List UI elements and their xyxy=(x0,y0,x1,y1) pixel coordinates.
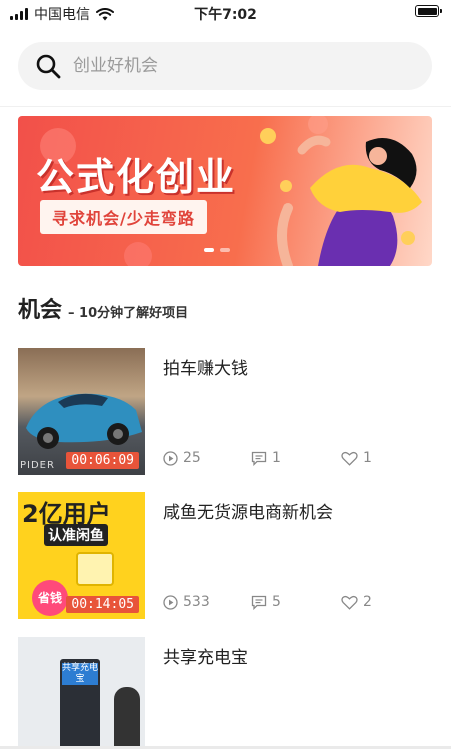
item-title[interactable]: 拍车赚大钱 xyxy=(163,354,248,379)
play-icon xyxy=(163,450,178,466)
search-input[interactable] xyxy=(71,55,395,77)
likes-count: 1 xyxy=(363,450,372,466)
carousel-dot[interactable] xyxy=(204,248,214,252)
carousel-dot[interactable] xyxy=(220,248,230,252)
comments-stat[interactable]: 5 xyxy=(251,594,341,610)
status-time: 下午7:02 xyxy=(194,7,257,23)
likes-stat[interactable]: 2 xyxy=(341,594,372,610)
carousel-indicator xyxy=(204,248,230,252)
banner-title: 公式化创业 xyxy=(36,155,237,199)
thumb-badge: 省钱 xyxy=(32,580,68,616)
thumb-kiosk-sign: 共享充电宝 xyxy=(62,663,99,685)
thumb-person xyxy=(114,687,140,749)
item-stats: 25 1 1 xyxy=(163,450,372,466)
section-subtitle: – 10分钟了解好项目 xyxy=(68,306,189,321)
comments-count: 5 xyxy=(272,594,281,610)
comment-icon xyxy=(251,595,267,610)
video-thumbnail[interactable]: 共享充电宝 xyxy=(18,637,145,749)
banner-carousel[interactable]: 公式化创业 寻求机会/少走弯路 xyxy=(18,116,432,266)
heart-icon xyxy=(341,595,358,610)
play-icon xyxy=(163,594,178,610)
comments-stat[interactable]: 1 xyxy=(251,450,341,466)
views-stat: 533 xyxy=(163,594,251,610)
comments-count: 1 xyxy=(272,450,281,466)
item-stats: 533 5 2 xyxy=(163,594,372,610)
views-stat: 25 xyxy=(163,450,251,466)
section-title: 机会 xyxy=(18,298,63,323)
divider xyxy=(0,106,451,107)
video-duration: 00:06:09 xyxy=(66,452,139,469)
thumb-caption: PIDER xyxy=(20,460,55,471)
likes-count: 2 xyxy=(363,594,372,610)
heart-icon xyxy=(341,451,358,466)
list-item[interactable]: 2亿用户 认准闲鱼 省钱 00:14:05 咸鱼无货源电商新机会 533 5 2 xyxy=(18,492,432,620)
likes-stat[interactable]: 1 xyxy=(341,450,372,466)
search-icon xyxy=(36,54,61,79)
views-count: 533 xyxy=(183,594,210,610)
comment-icon xyxy=(251,451,267,466)
views-count: 25 xyxy=(183,450,201,466)
item-title[interactable]: 共享充电宝 xyxy=(163,643,248,668)
item-title[interactable]: 咸鱼无货源电商新机会 xyxy=(163,498,333,523)
thumb-device xyxy=(76,552,114,586)
list-item[interactable]: PIDER 00:06:09 拍车赚大钱 25 1 1 xyxy=(18,348,432,476)
thumb-subline: 认准闲鱼 xyxy=(44,524,108,546)
video-thumbnail[interactable]: 2亿用户 认准闲鱼 省钱 00:14:05 xyxy=(18,492,145,619)
video-thumbnail[interactable]: PIDER 00:06:09 xyxy=(18,348,145,475)
video-duration: 00:14:05 xyxy=(66,596,139,613)
banner-subtitle: 寻求机会/少走弯路 xyxy=(40,200,207,234)
list-item[interactable]: 共享充电宝 共享充电宝 xyxy=(18,637,432,749)
search-bar[interactable] xyxy=(18,42,432,90)
section-header: 机会 – 10分钟了解好项目 xyxy=(18,292,188,324)
battery-icon xyxy=(415,5,442,17)
status-bar: 中国电信 下午7:02 xyxy=(0,0,451,26)
